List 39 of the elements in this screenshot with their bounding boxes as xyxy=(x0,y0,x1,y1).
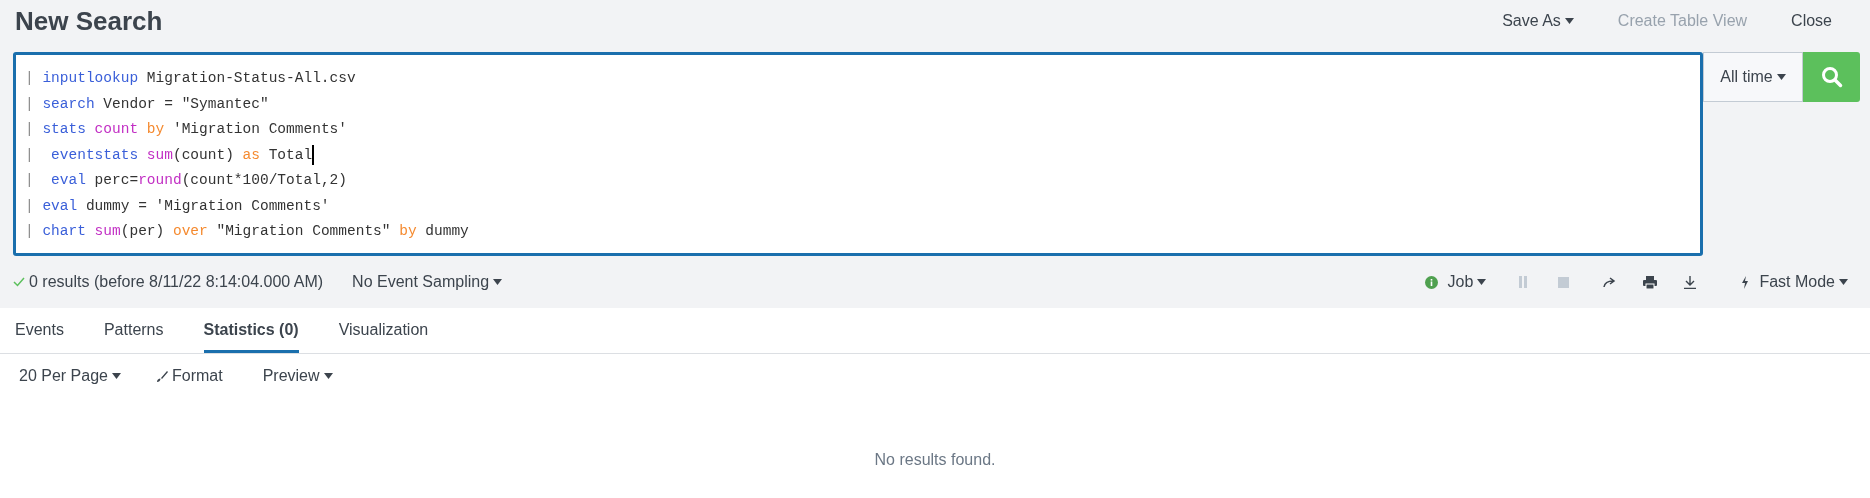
print-icon[interactable] xyxy=(1643,275,1658,289)
query-line: | inputlookup Migration-Status-All.csv xyxy=(25,69,356,88)
job-dropdown[interactable]: Job xyxy=(1447,270,1487,294)
brush-icon xyxy=(156,370,168,382)
search-mode-dropdown[interactable]: Fast Mode xyxy=(1759,270,1848,294)
per-page-dropdown[interactable]: 20 Per Page xyxy=(19,364,121,388)
search-query-field[interactable] xyxy=(13,52,1703,256)
search-icon xyxy=(1820,66,1843,88)
time-range-dropdown[interactable]: All time xyxy=(1703,52,1803,102)
caret-icon xyxy=(1564,18,1574,24)
format-button[interactable]: Format xyxy=(156,364,223,388)
save-as-dropdown[interactable]: Save As xyxy=(1502,9,1574,33)
event-sampling-dropdown[interactable]: No Event Sampling xyxy=(352,270,503,294)
query-line: | eval dummy = 'Migration Comments' xyxy=(25,196,330,216)
preview-dropdown[interactable]: Preview xyxy=(262,364,333,388)
query-line: | stats count by 'Migration Comments' xyxy=(25,120,347,139)
lightning-icon xyxy=(1741,275,1750,289)
caret-icon xyxy=(323,373,333,379)
caret-icon xyxy=(1839,279,1848,285)
info-icon xyxy=(1424,275,1438,289)
download-icon[interactable] xyxy=(1684,275,1697,289)
results-tab[interactable]: Visualization xyxy=(338,318,429,353)
results-tab[interactable]: Statistics (0) xyxy=(203,318,299,353)
caret-icon xyxy=(1477,279,1487,285)
results-summary: 0 results (before 8/11/22 8:14:04.000 AM) xyxy=(29,272,324,292)
query-line: | chart sum(per) over "Migration Comments" by dummy xyxy=(25,222,469,241)
caret-icon xyxy=(493,279,503,285)
checkmark-icon xyxy=(13,277,25,287)
empty-message: No results found. xyxy=(874,450,996,470)
query-line: | search Vendor = "Symantec" xyxy=(25,94,269,114)
results-tab[interactable]: Patterns xyxy=(103,318,164,353)
query-line: | eventstats sum(count) as Total xyxy=(25,142,315,168)
caret-icon xyxy=(111,373,121,379)
caret-icon xyxy=(1776,74,1786,80)
header-link[interactable]: Close xyxy=(1791,9,1832,33)
query-line: | eval perc=round(count*100/Total,2) xyxy=(25,171,347,190)
share-icon[interactable] xyxy=(1603,276,1617,288)
results-tab[interactable]: Events xyxy=(15,318,64,353)
page-title: New Search xyxy=(15,4,163,38)
